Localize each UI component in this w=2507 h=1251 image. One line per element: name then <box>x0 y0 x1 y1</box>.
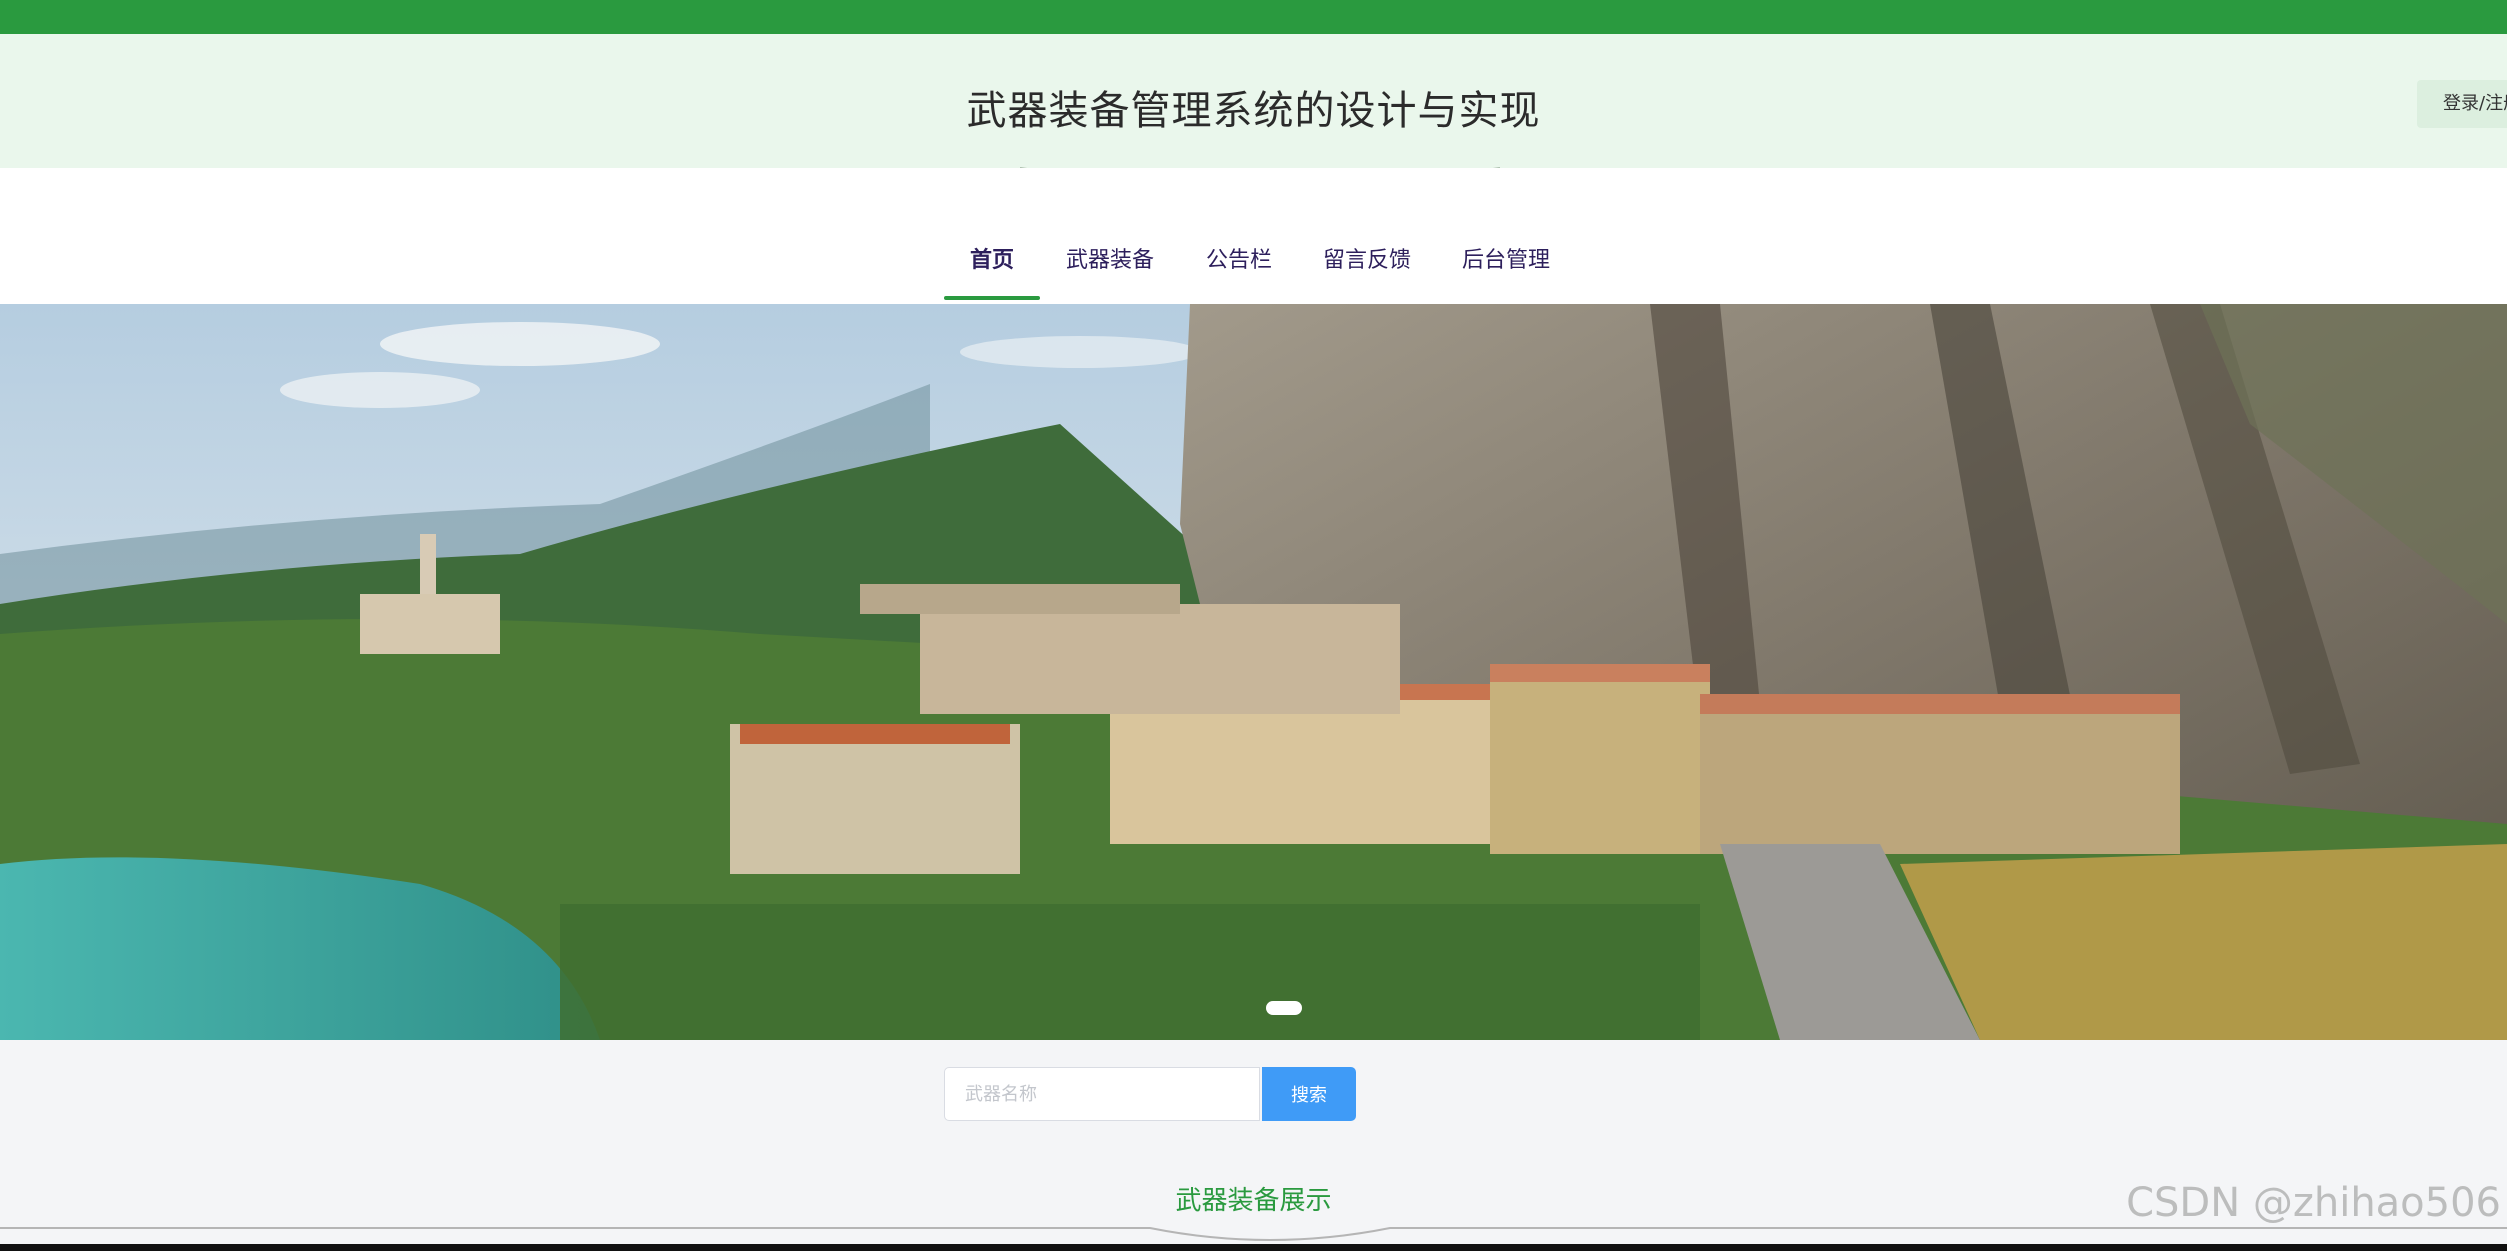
banner-landscape-image <box>0 304 2507 1040</box>
top-green-bar <box>0 0 2507 34</box>
hero-banner-carousel[interactable] <box>0 304 2507 1040</box>
main-navigation <box>0 168 2507 304</box>
carousel-indicator-dot[interactable] <box>1266 1001 1302 1015</box>
nav-weapons[interactable]: 武器装备 <box>1066 242 1154 273</box>
site-title: 武器装备管理系统的设计与实现 <box>966 88 1541 134</box>
weapon-name-search-input[interactable] <box>944 1067 1260 1121</box>
site-header: 武器装备管理系统的设计与实现 登录/注册 <box>0 34 2507 170</box>
nav-feedback[interactable]: 留言反馈 <box>1323 242 1411 273</box>
section-title-underline <box>0 1227 2507 1241</box>
nav-bulletin[interactable]: 公告栏 <box>1206 242 1272 273</box>
search-button[interactable]: 搜索 <box>1262 1067 1356 1121</box>
nav-active-indicator <box>944 296 1040 300</box>
login-register-button[interactable]: 登录/注册 <box>2417 80 2507 128</box>
csdn-watermark: CSDN @zhihao506 <box>2126 1180 2501 1226</box>
bottom-edge-strip <box>0 1244 2507 1251</box>
nav-home[interactable]: 首页 <box>970 242 1014 273</box>
nav-admin[interactable]: 后台管理 <box>1462 242 1550 273</box>
